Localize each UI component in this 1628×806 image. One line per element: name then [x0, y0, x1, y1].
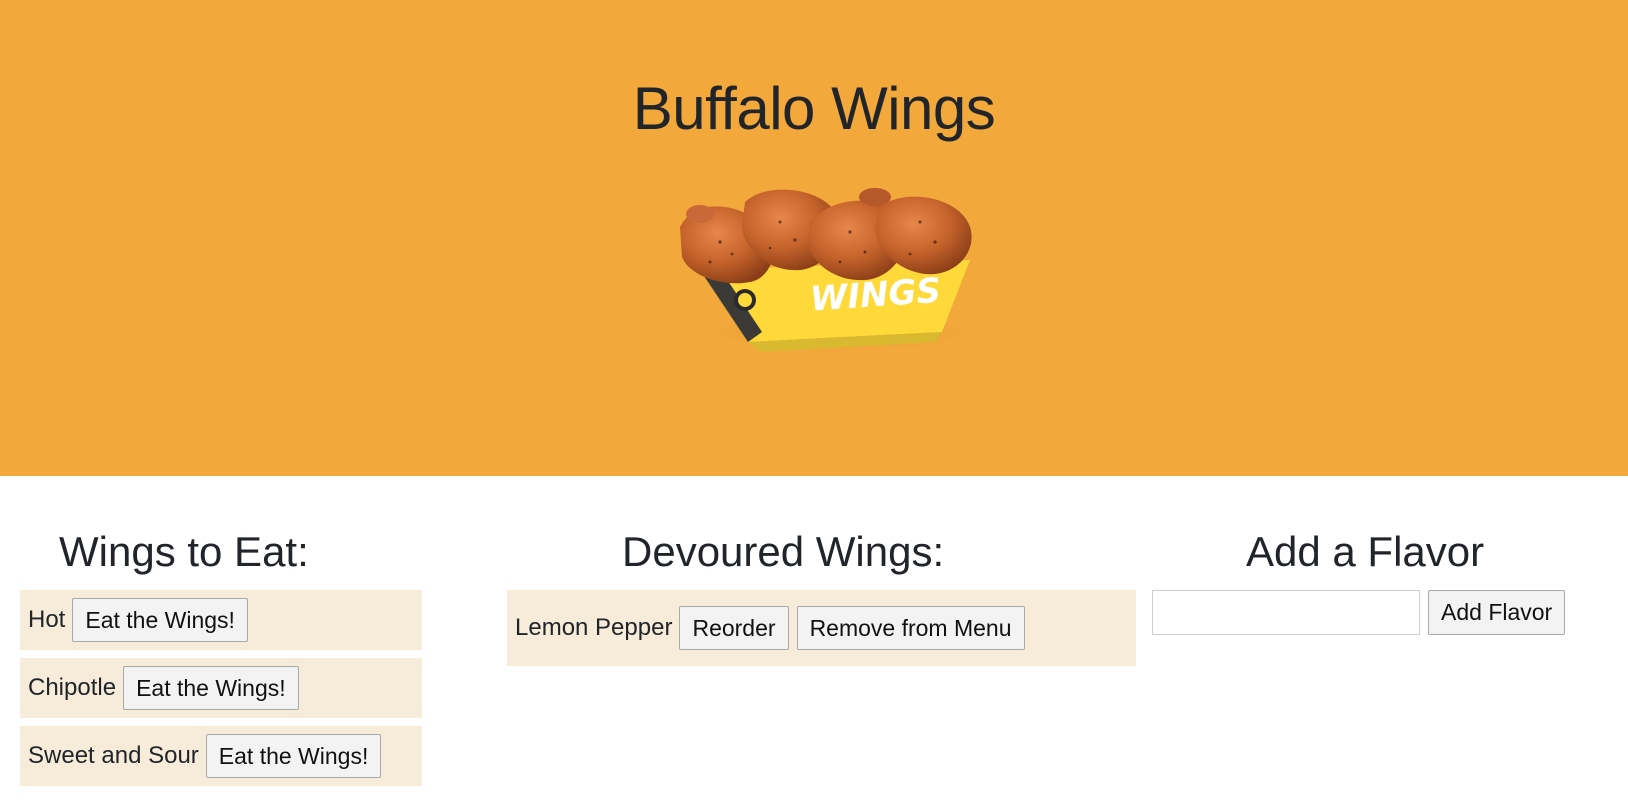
list-item: Lemon Pepper Reorder Remove from Menu — [507, 590, 1136, 666]
remove-from-menu-button[interactable]: Remove from Menu — [796, 606, 1025, 650]
eat-wings-button[interactable]: Eat the Wings! — [205, 734, 382, 778]
devoured-wings-heading: Devoured Wings: — [622, 528, 945, 575]
eat-wings-button[interactable]: Eat the Wings! — [72, 598, 248, 642]
hero-banner: Buffalo Wings WINGS — [0, 0, 1628, 476]
add-flavor-heading: Add a Flavor — [1246, 528, 1485, 575]
list-item: Hot Eat the Wings! — [20, 590, 422, 650]
list-item: Chipotle Eat the Wings! — [20, 658, 422, 718]
wings-basket-image: WINGS — [680, 188, 990, 354]
flavor-name: Sweet and Sour — [28, 742, 199, 769]
flavor-name: Chipotle — [28, 674, 117, 701]
page-title: Buffalo Wings — [632, 75, 996, 142]
flavor-name: Lemon Pepper — [515, 614, 673, 641]
flavor-name: Hot — [28, 606, 66, 633]
flavor-input[interactable] — [1152, 590, 1420, 635]
list-item: Sweet and Sour Eat the Wings! — [20, 726, 422, 786]
wings-to-eat-heading: Wings to Eat: — [59, 528, 309, 575]
add-flavor-button[interactable]: Add Flavor — [1428, 590, 1566, 635]
eat-wings-button[interactable]: Eat the Wings! — [123, 666, 299, 710]
reorder-button[interactable]: Reorder — [679, 606, 789, 650]
